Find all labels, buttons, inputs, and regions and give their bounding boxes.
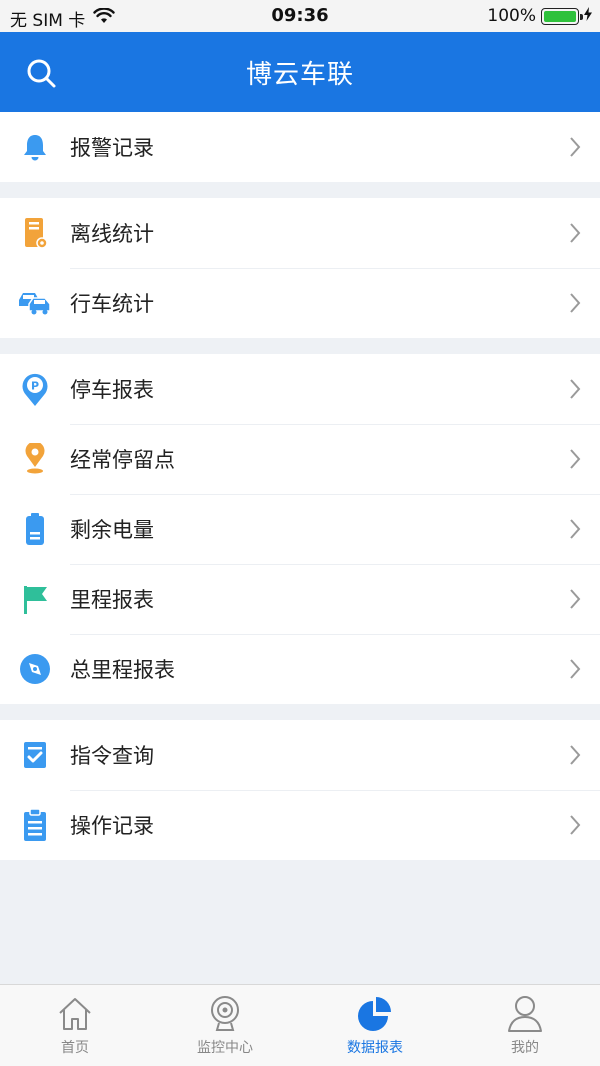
checklist-icon — [0, 740, 70, 770]
menu-item-label: 里程报表 — [70, 588, 154, 612]
tab-bar: 首页 监控中心 数据报表 我的 — [0, 984, 600, 1066]
compass-icon — [0, 652, 70, 686]
menu-item-label: 经常停留点 — [70, 448, 175, 472]
report-menu-list: 报警记录 离线统计 行车统计 P 停车报表 经常停留点 剩余电量 里程报表 总里… — [0, 112, 600, 860]
chevron-right-icon — [550, 222, 600, 244]
menu-item-label: 总里程报表 — [70, 658, 175, 682]
tab-monitor-center[interactable]: 监控中心 — [150, 985, 300, 1066]
chevron-right-icon — [550, 518, 600, 540]
menu-item-total-mileage-report[interactable]: 总里程报表 — [0, 634, 600, 704]
menu-item-offline-stats[interactable]: 离线统计 — [0, 198, 600, 268]
location-pin-icon — [0, 443, 70, 475]
menu-item-label: 停车报表 — [70, 378, 154, 402]
chevron-right-icon — [550, 814, 600, 836]
chevron-right-icon — [550, 744, 600, 766]
menu-item-command-query[interactable]: 指令查询 — [0, 720, 600, 790]
menu-item-label: 行车统计 — [70, 292, 154, 316]
chevron-right-icon — [550, 588, 600, 610]
battery-percent: 100% — [487, 6, 536, 26]
nav-bar: 博云车联 — [0, 32, 600, 112]
status-right: 100% — [487, 6, 592, 26]
camera-icon — [211, 996, 239, 1031]
menu-group-alarm: 报警记录 — [0, 112, 600, 182]
battery-fill — [544, 10, 576, 22]
offline-device-icon — [0, 216, 70, 250]
menu-group-commands: 指令查询 操作记录 — [0, 720, 600, 860]
menu-item-driving-stats[interactable]: 行车统计 — [0, 268, 600, 338]
menu-item-label: 剩余电量 — [70, 518, 154, 542]
status-bar: 无 SIM 卡 09:36 100% — [0, 0, 600, 32]
tab-home[interactable]: 首页 — [0, 985, 150, 1066]
menu-item-remaining-battery[interactable]: 剩余电量 — [0, 494, 600, 564]
battery-indicator-icon — [541, 7, 583, 25]
charging-bolt-icon — [584, 6, 592, 26]
battery-icon — [0, 512, 70, 546]
tab-label: 首页 — [61, 1040, 89, 1056]
tab-data-reports[interactable]: 数据报表 — [300, 985, 450, 1066]
clipboard-icon — [0, 808, 70, 842]
svg-text:P: P — [31, 380, 39, 393]
menu-item-label: 报警记录 — [70, 136, 154, 160]
menu-item-alarm-records[interactable]: 报警记录 — [0, 112, 600, 182]
menu-item-frequent-stops[interactable]: 经常停留点 — [0, 424, 600, 494]
section-gap — [0, 704, 600, 720]
menu-item-label: 离线统计 — [70, 222, 154, 246]
menu-item-operation-records[interactable]: 操作记录 — [0, 790, 600, 860]
menu-item-mileage-report[interactable]: 里程报表 — [0, 564, 600, 634]
pie-chart-icon — [358, 997, 391, 1031]
page-title: 博云车联 — [245, 60, 354, 90]
tab-label: 监控中心 — [197, 1040, 253, 1056]
menu-item-parking-report[interactable]: P 停车报表 — [0, 354, 600, 424]
chevron-right-icon — [550, 448, 600, 470]
chevron-right-icon — [550, 378, 600, 400]
bell-icon — [0, 132, 70, 162]
section-gap — [0, 338, 600, 354]
chevron-right-icon — [550, 658, 600, 680]
section-gap — [0, 182, 600, 198]
menu-item-label: 操作记录 — [70, 814, 154, 838]
home-icon — [59, 998, 91, 1030]
chevron-right-icon — [550, 136, 600, 158]
tab-mine[interactable]: 我的 — [450, 985, 600, 1066]
parking-pin-icon: P — [0, 371, 70, 407]
chevron-right-icon — [550, 292, 600, 314]
menu-group-statistics: 离线统计 行车统计 — [0, 198, 600, 338]
flag-icon — [0, 583, 70, 615]
menu-group-reports: P 停车报表 经常停留点 剩余电量 里程报表 总里程报表 — [0, 354, 600, 704]
tab-label: 数据报表 — [347, 1040, 403, 1056]
tab-label: 我的 — [511, 1040, 539, 1056]
menu-item-label: 指令查询 — [70, 744, 154, 768]
user-icon — [508, 996, 542, 1032]
cars-icon — [0, 290, 70, 316]
